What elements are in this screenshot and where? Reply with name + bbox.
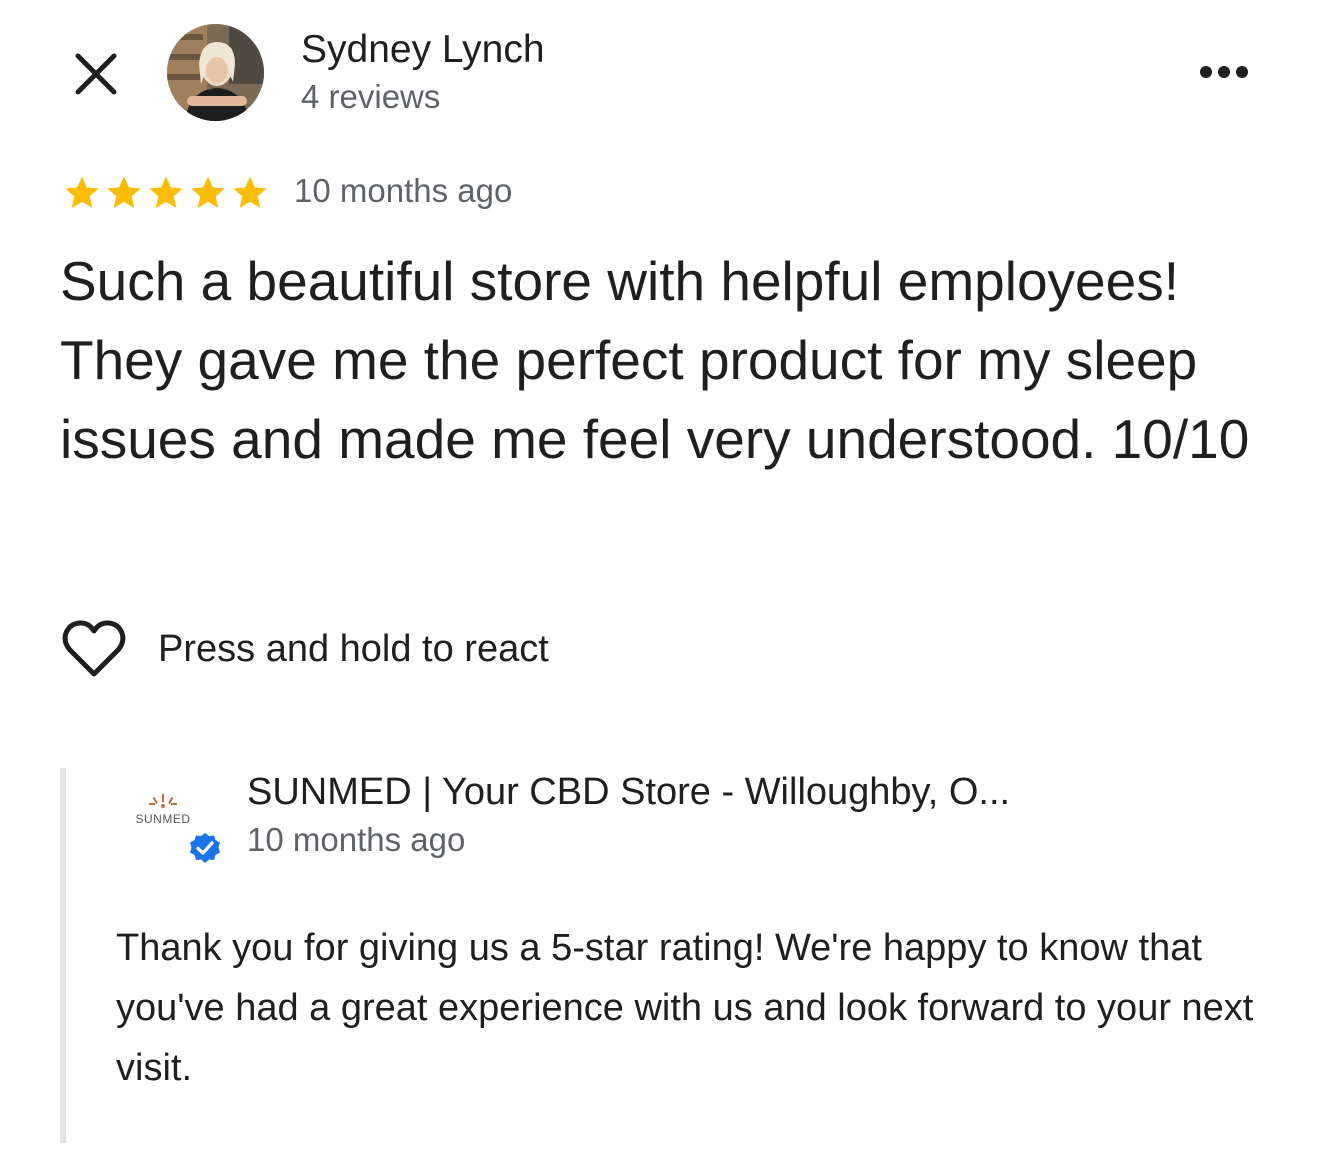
star-icon [104,173,144,215]
more-horizontal-icon [1200,66,1248,78]
close-icon [75,53,117,95]
star-rating [62,173,270,215]
star-icon [146,173,186,215]
review-text: Such a beautiful store with helpful empl… [60,250,1250,470]
more-options-button[interactable] [1192,54,1256,90]
profile-photo [167,24,264,121]
star-icon [188,173,228,215]
owner-response-text: Thank you for giving us a 5-star rating!… [116,927,1254,1089]
close-button[interactable] [70,48,122,100]
owner-name[interactable]: SUNMED | Your CBD Store - Willoughby, O.… [247,771,1010,814]
react-label: Press and hold to react [158,627,549,670]
react-button[interactable]: Press and hold to react [62,618,549,680]
star-icon [230,173,270,215]
verified-badge [187,830,223,866]
sunmed-logo-icon [149,794,177,808]
reviewer-review-count: 4 reviews [301,78,441,115]
owner-response-date: 10 months ago [247,821,466,858]
owner-logo-text: SUNMED [135,812,191,826]
star-icon [62,173,102,215]
verified-check-icon [188,831,222,865]
avatar[interactable] [167,24,264,121]
heart-outline-icon [62,620,126,677]
reply-divider [60,768,66,1143]
reviewer-name[interactable]: Sydney Lynch [301,28,545,72]
review-date: 10 months ago [294,172,513,209]
